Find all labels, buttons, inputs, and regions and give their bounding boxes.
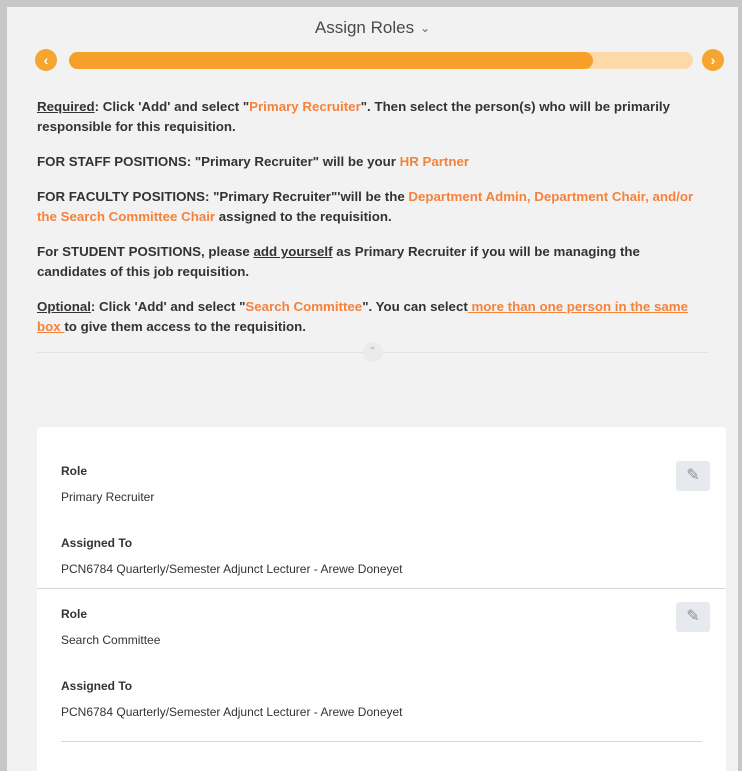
hr-partner-highlight: HR Partner bbox=[399, 154, 470, 169]
role-label: Role bbox=[61, 464, 88, 478]
assigned-to-value: PCN6784 Quarterly/Semester Adjunct Lectu… bbox=[61, 562, 403, 576]
instruction-text: assigned to the requisition. bbox=[215, 209, 392, 224]
instruction-student: For STUDENT POSITIONS, please add yourse… bbox=[37, 242, 708, 282]
search-committee-highlight: Search Committee bbox=[245, 299, 363, 314]
instruction-text: ". You can select bbox=[362, 299, 468, 314]
assigned-to-label: Assigned To bbox=[61, 536, 133, 550]
optional-label: Optional bbox=[37, 299, 91, 314]
instruction-required: Required: Click 'Add' and select "Primar… bbox=[37, 97, 708, 137]
required-label: Required bbox=[37, 99, 95, 114]
section-header[interactable]: Assign Roles ⌄ bbox=[7, 7, 738, 49]
chevron-left-icon[interactable]: ‹ bbox=[35, 49, 57, 71]
add-yourself-link[interactable]: add yourself bbox=[253, 244, 332, 259]
section-divider: ⌃ bbox=[37, 342, 708, 362]
chevron-up-icon[interactable]: ⌃ bbox=[362, 342, 383, 362]
role-label: Role bbox=[61, 607, 88, 621]
page-title: Assign Roles bbox=[314, 18, 415, 37]
instruction-text: to give them access to the requisition. bbox=[64, 319, 306, 334]
role-value: Primary Recruiter bbox=[61, 490, 155, 504]
instruction-text: : Click 'Add' and select " bbox=[94, 99, 250, 114]
instruction-optional: Optional: Click 'Add' and select "Search… bbox=[37, 297, 708, 337]
edit-pencil-icon[interactable]: ✎ bbox=[676, 461, 710, 491]
chevron-right-icon[interactable]: › bbox=[702, 49, 724, 71]
instruction-text: For STUDENT POSITIONS, please bbox=[37, 244, 254, 259]
primary-recruiter-highlight: Primary Recruiter bbox=[249, 99, 361, 114]
assignment-row: ✎ Role Search Committee Assigned To PCN6… bbox=[37, 588, 726, 742]
assignments-card: ✎ Role Primary Recruiter Assigned To PCN… bbox=[37, 427, 726, 771]
edit-pencil-icon[interactable]: ✎ bbox=[676, 602, 710, 632]
chevron-down-icon[interactable]: ⌄ bbox=[420, 21, 430, 35]
assign-roles-panel: Assign Roles ⌄ ‹ › Required: Click 'Add'… bbox=[7, 7, 738, 771]
instruction-text: FOR STAFF POSITIONS: "Primary Recruiter"… bbox=[37, 154, 400, 169]
instruction-staff: FOR STAFF POSITIONS: "Primary Recruiter"… bbox=[37, 152, 708, 172]
instruction-text: : Click 'Add' and select " bbox=[90, 299, 246, 314]
progress-row: ‹ › bbox=[7, 49, 738, 73]
instruction-text: FOR FACULTY POSITIONS: "Primary Recruite… bbox=[37, 189, 409, 204]
instruction-faculty: FOR FACULTY POSITIONS: "Primary Recruite… bbox=[37, 187, 708, 227]
instructions-block: Required: Click 'Add' and select "Primar… bbox=[7, 73, 738, 337]
progress-track bbox=[69, 52, 693, 69]
assigned-to-value: PCN6784 Quarterly/Semester Adjunct Lectu… bbox=[61, 705, 403, 719]
progress-fill bbox=[69, 52, 594, 69]
assigned-to-label: Assigned To bbox=[61, 679, 133, 693]
assignment-row: ✎ Role Primary Recruiter Assigned To PCN… bbox=[37, 427, 726, 588]
role-value: Search Committee bbox=[61, 633, 161, 647]
